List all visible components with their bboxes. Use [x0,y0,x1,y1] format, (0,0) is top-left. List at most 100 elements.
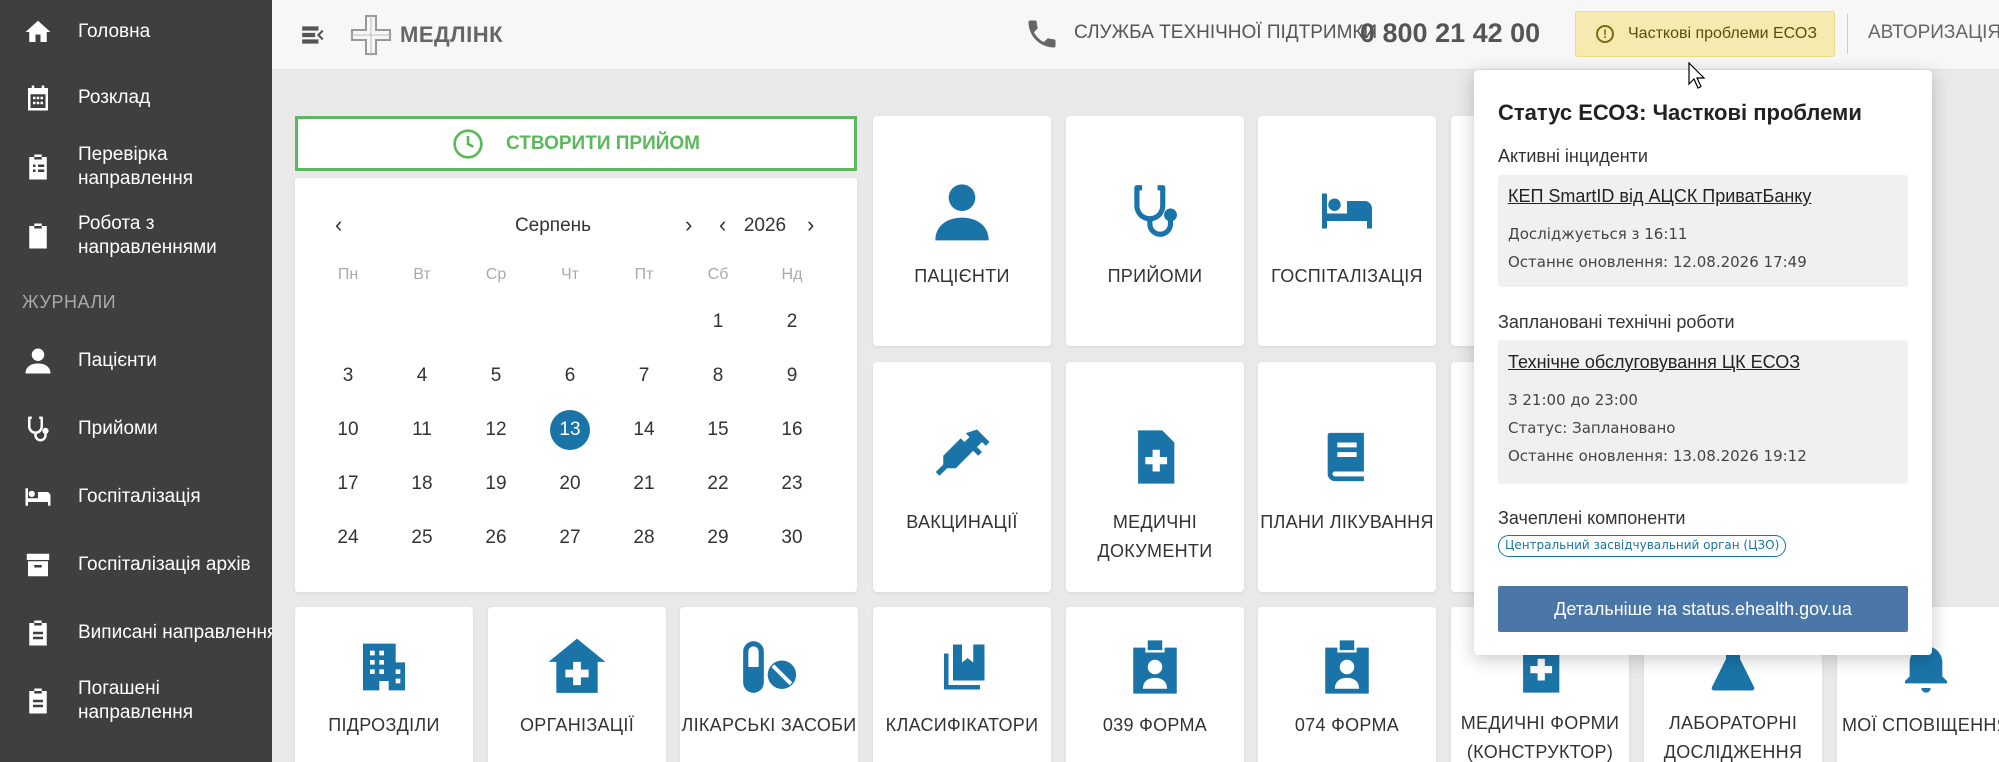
sidebar-item-hospitalization-archive[interactable]: Госпіталізація архів [0,531,272,599]
stethoscope-icon [1124,166,1186,256]
sidebar-item-appointments[interactable]: Прийоми [0,395,272,463]
logo[interactable]: МЕДЛІНК [348,12,503,58]
sidebar-item-label: Погашені направлення [78,678,194,723]
tile-6[interactable]: ВАКЦИНАЦІЇ [873,362,1051,592]
calendar-day[interactable]: 26 [466,518,526,558]
sidebar-item-redeemed-referrals[interactable]: Погашені направлення [0,667,272,735]
tile-15[interactable]: 039 ФОРМА [1066,607,1244,762]
incident-link[interactable]: КЕП SmartID від АЦСК ПриватБанку [1508,186,1811,207]
tile-label: ПАЦІЄНТИ [914,266,1010,286]
calendar-day[interactable]: 14 [614,410,674,450]
create-appointment-label: СТВОРИТИ ПРИЙОМ [506,132,700,154]
tile-label: ВАКЦИНАЦІЇ [906,512,1018,532]
tile-2[interactable]: ПРИЙОМИ [1066,116,1244,346]
calendar-day[interactable]: 15 [688,410,748,450]
sidebar-item-hospitalization[interactable]: Госпіталізація [0,463,272,531]
next-year-button[interactable]: › [807,212,814,238]
calendar-day[interactable]: 12 [466,410,526,450]
sidebar-item-referral-check[interactable]: Перевірка направлення [0,132,272,202]
prev-year-button[interactable]: ‹ [719,212,726,238]
tile-8[interactable]: ПЛАНИ ЛІКУВАННЯ [1258,362,1436,592]
tile-11[interactable]: ПІДРОЗДІЛИ [295,607,473,762]
calendar-day[interactable]: 21 [614,464,674,504]
tile-1[interactable]: ПАЦІЄНТИ [873,116,1051,346]
calendar-day[interactable]: 5 [466,356,526,396]
calendar-day[interactable]: 3 [318,356,378,396]
sidebar-item-label: Головна [78,21,151,42]
menu-collapse-icon [302,25,324,44]
calendar-day[interactable]: 20 [540,464,600,504]
components-label: Зачеплені компоненти [1498,508,1686,528]
weekday-label: Чт [561,266,579,283]
calendar-day[interactable]: 6 [540,356,600,396]
calendar-day[interactable]: 17 [318,464,378,504]
sidebar: Головна Розклад Перевірка направлення Ро… [0,0,272,762]
calendar-day[interactable]: 24 [318,518,378,558]
tile-13[interactable]: ЛІКАРСЬКІ ЗАСОБИ [680,607,858,762]
calendar-day[interactable]: 16 [762,410,822,450]
calendar-day[interactable]: 4 [392,356,452,396]
tile-3[interactable]: ГОСПІТАЛІЗАЦІЯ [1258,116,1436,346]
maintenance-link[interactable]: Технічне обслуговування ЦК ЕСОЗ [1508,352,1800,373]
maintenance-label: Заплановані технічні роботи [1498,312,1735,332]
support-phone[interactable]: 0 800 21 42 00 [1360,18,1540,49]
esoz-status-button[interactable]: ! Часткові проблеми ЕСОЗ [1575,11,1835,57]
calendar-day[interactable]: 7 [614,356,674,396]
calendar-day[interactable]: 27 [540,518,600,558]
status-details-button[interactable]: Детальніше на status.ehealth.gov.ua [1498,586,1908,632]
menu-collapse-button[interactable] [298,20,328,50]
sidebar-item-home[interactable]: Головна [0,0,272,64]
sidebar-item-label: Пацієнти [78,350,157,371]
incident-card: КЕП SmartID від АЦСК ПриватБанку Дослідж… [1498,175,1908,287]
calendar-day[interactable]: 8 [688,356,748,396]
tile-12[interactable]: ОРГАНІЗАЦІЇ [488,607,666,762]
sidebar-item-patients[interactable]: Пацієнти [0,327,272,395]
top-header: МЕДЛІНК СЛУЖБА ТЕХНІЧНОЇ ПІДТРИМКИ 0 800… [272,0,1999,70]
sidebar-item-schedule[interactable]: Розклад [0,64,272,132]
tile-label: ПІДРОЗДІЛИ [328,715,440,735]
calendar-day[interactable]: 23 [762,464,822,504]
sidebar-section-journals: ЖУРНАЛИ [22,292,117,312]
auth-link[interactable]: АВТОРИЗАЦІЯ ЕЦ [1868,22,1999,44]
syringe-icon [932,412,992,502]
calendar-day[interactable]: 30 [762,518,822,558]
calendar-day[interactable]: 29 [688,518,748,558]
calendar-day[interactable]: 25 [392,518,452,558]
calendar-day[interactable]: 10 [318,410,378,450]
tile-16[interactable]: 074 ФОРМА [1258,607,1436,762]
phone-icon [1028,20,1056,48]
clipboard-list-icon [20,149,56,185]
prev-month-button[interactable]: ‹ [335,212,342,238]
sidebar-item-referral-work[interactable]: Робота з направленнями [0,202,272,270]
next-month-button[interactable]: › [685,212,692,238]
sidebar-item-issued-referrals[interactable]: Виписані направлення [0,599,272,667]
tile-label: ЛАБОРАТОРНІ ДОСЛІДЖЕННЯ [1663,713,1803,762]
component-chip: Центральний засвідчувальний орган (ЦЗО) [1498,535,1787,557]
calendar-day[interactable]: 22 [688,464,748,504]
bed-icon [20,479,56,515]
archive-icon [20,547,56,583]
building-icon [356,635,412,699]
tile-7[interactable]: МЕДИЧНІ ДОКУМЕНТИ [1066,362,1244,592]
calendar-day-selected[interactable]: 13 [540,410,600,450]
calendar-day[interactable]: 2 [762,302,822,342]
create-appointment-button[interactable]: СТВОРИТИ ПРИЙОМ [295,116,857,171]
calendar-day[interactable]: 11 [392,410,452,450]
logo-cross-icon [350,13,392,56]
clipboard-check-icon [20,218,56,254]
tile-label: 039 ФОРМА [1102,715,1208,735]
calendar: ‹ Серпень › ‹ 2026 › Пн Вт Ср Чт Пт Сб Нд 1 2 3 4 5… [295,178,857,592]
pills-icon [736,635,802,699]
calendar-month: Серпень [514,215,592,236]
calendar-day[interactable]: 19 [466,464,526,504]
id-badge-icon [1318,635,1376,699]
weekday-label: Вт [413,266,431,283]
calendar-day[interactable]: 18 [392,464,452,504]
tile-14[interactable]: КЛАСИФІКАТОРИ [873,607,1051,762]
tile-label: КЛАСИФІКАТОРИ [885,715,1039,735]
calendar-day[interactable]: 1 [688,302,748,342]
tile-label: ОРГАНІЗАЦІЇ [519,715,635,735]
tile-label: МЕДИЧНІ ДОКУМЕНТИ [1097,512,1213,561]
calendar-day[interactable]: 28 [614,518,674,558]
calendar-day[interactable]: 9 [762,356,822,396]
